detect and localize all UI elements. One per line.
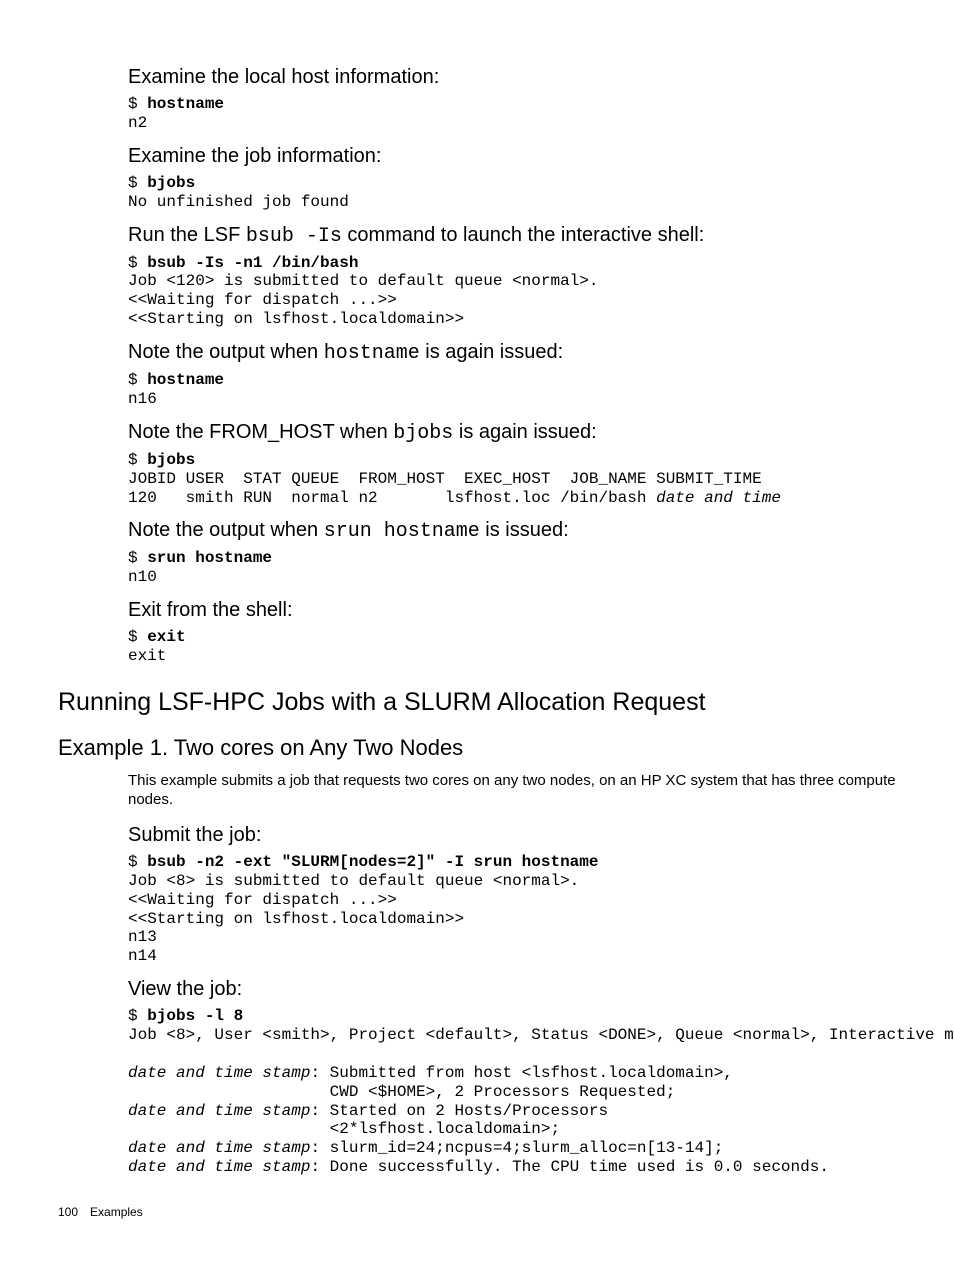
- inline-code: hostname: [324, 342, 420, 365]
- prompt: $: [128, 853, 147, 871]
- prompt: $: [128, 254, 147, 272]
- section-submit-job: Submit the job: $ bsub -n2 -ext "SLURM[n…: [128, 824, 896, 966]
- code-view-job: $ bjobs -l 8 Job <8>, User <smith>, Proj…: [128, 1007, 896, 1177]
- section-note-hostname: Note the output when hostname is again i…: [128, 341, 896, 409]
- command: bjobs -l 8: [147, 1007, 243, 1025]
- timestamp: date and time stamp: [128, 1102, 310, 1120]
- section-example-desc: This example submits a job that requests…: [128, 771, 896, 810]
- section-examine-job: Examine the job information: $ bjobs No …: [128, 145, 896, 212]
- code-note-srun: $ srun hostname n10: [128, 549, 896, 587]
- command: hostname: [147, 95, 224, 113]
- heading-note-hostname: Note the output when hostname is again i…: [128, 341, 896, 365]
- code-note-fromhost: $ bjobs JOBID USER STAT QUEUE FROM_HOST …: [128, 451, 896, 508]
- command: srun hostname: [147, 549, 272, 567]
- heading-note-fromhost: Note the FROM_HOST when bjobs is again i…: [128, 421, 896, 445]
- heading-h2: Example 1. Two cores on Any Two Nodes: [58, 735, 896, 761]
- output: n16: [128, 390, 157, 408]
- command: bjobs: [147, 451, 195, 469]
- output: No unfinished job found: [128, 193, 349, 211]
- heading-h1: Running LSF-HPC Jobs with a SLURM Alloca…: [58, 688, 896, 717]
- section-view-job: View the job: $ bjobs -l 8 Job <8>, User…: [128, 978, 896, 1177]
- heading-examine-host: Examine the local host information:: [128, 66, 896, 89]
- heading-view-job: View the job:: [128, 978, 896, 1001]
- code-submit-job: $ bsub -n2 -ext "SLURM[nodes=2]" -I srun…: [128, 853, 896, 966]
- command: bsub -n2 -ext "SLURM[nodes=2]" -I srun h…: [147, 853, 598, 871]
- inline-code: bsub -Is: [246, 225, 342, 248]
- prompt: $: [128, 371, 147, 389]
- heading-exit-shell: Exit from the shell:: [128, 599, 896, 622]
- page-footer: 100 Examples: [58, 1205, 896, 1219]
- output: Job <8>, User <smith>, Project <default>…: [128, 1026, 954, 1044]
- prompt: $: [128, 628, 147, 646]
- heading-run-lsf: Run the LSF bsub -Is command to launch t…: [128, 224, 896, 248]
- inline-code: bjobs: [393, 422, 453, 445]
- prompt: $: [128, 451, 147, 469]
- code-exit-shell: $ exit exit: [128, 628, 896, 666]
- command: exit: [147, 628, 185, 646]
- example-description: This example submits a job that requests…: [128, 771, 896, 810]
- output: n2: [128, 114, 147, 132]
- command: bjobs: [147, 174, 195, 192]
- code-note-hostname: $ hostname n16: [128, 371, 896, 409]
- section-note-srun: Note the output when srun hostname is is…: [128, 519, 896, 587]
- timestamp: date and time stamp: [128, 1064, 310, 1082]
- output: n10: [128, 568, 157, 586]
- output: Job <8> is submitted to default queue <n…: [128, 872, 579, 966]
- inline-code: srun hostname: [324, 520, 480, 543]
- output-line: : slurm_id=24;ncpus=4;slurm_alloc=n[13-1…: [310, 1139, 723, 1157]
- heading-submit-job: Submit the job:: [128, 824, 896, 847]
- section-examine-host: Examine the local host information: $ ho…: [128, 66, 896, 133]
- section-note-fromhost: Note the FROM_HOST when bjobs is again i…: [128, 421, 896, 508]
- heading-examine-job: Examine the job information:: [128, 145, 896, 168]
- output-line: CWD <$HOME>, 2 Processors Requested;: [128, 1083, 675, 1101]
- page-content: Examine the local host information: $ ho…: [0, 0, 954, 1249]
- output-line: : Done successfully. The CPU time used i…: [310, 1158, 828, 1176]
- output-header: JOBID USER STAT QUEUE FROM_HOST EXEC_HOS…: [128, 470, 762, 488]
- prompt: $: [128, 95, 147, 113]
- output-line: : Submitted from host <lsfhost.localdoma…: [310, 1064, 732, 1082]
- heading-note-srun: Note the output when srun hostname is is…: [128, 519, 896, 543]
- timestamp: date and time stamp: [128, 1139, 310, 1157]
- prompt: $: [128, 1007, 147, 1025]
- timestamp: date and time stamp: [128, 1158, 310, 1176]
- command: bsub -Is -n1 /bin/bash: [147, 254, 358, 272]
- code-examine-host: $ hostname n2: [128, 95, 896, 133]
- output-line: : Started on 2 Hosts/Processors: [310, 1102, 608, 1120]
- output-line: <2*lsfhost.localdomain>;: [128, 1120, 560, 1138]
- prompt: $: [128, 174, 147, 192]
- output-italic: date and time: [656, 489, 781, 507]
- code-run-lsf: $ bsub -Is -n1 /bin/bash Job <120> is su…: [128, 254, 896, 330]
- section-exit-shell: Exit from the shell: $ exit exit: [128, 599, 896, 666]
- output-row: 120 smith RUN normal n2 lsfhost.loc /bin…: [128, 489, 656, 507]
- section-run-lsf: Run the LSF bsub -Is command to launch t…: [128, 224, 896, 330]
- output: exit: [128, 647, 166, 665]
- command: hostname: [147, 371, 224, 389]
- code-examine-job: $ bjobs No unfinished job found: [128, 174, 896, 212]
- output: Job <120> is submitted to default queue …: [128, 272, 598, 328]
- prompt: $: [128, 549, 147, 567]
